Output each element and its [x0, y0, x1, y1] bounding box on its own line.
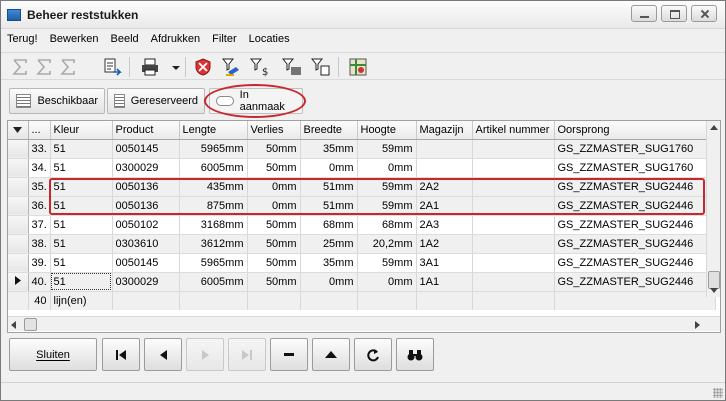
horizontal-scroll-thumb[interactable]	[24, 318, 37, 331]
printer-icon[interactable]	[139, 56, 161, 78]
grid-header-row: ... Kleur Product Lengte Verlies Breedte…	[8, 121, 716, 140]
menu-bewerken[interactable]: Bewerken	[50, 33, 99, 45]
menu-filter[interactable]: Filter	[212, 33, 236, 45]
data-grid[interactable]: ... Kleur Product Lengte Verlies Breedte…	[7, 120, 721, 333]
tab-gereserveerd[interactable]: Gereserveerd	[107, 88, 205, 114]
close-button-label: Sluiten	[36, 348, 70, 361]
last-record-button[interactable]	[228, 338, 266, 371]
up-icon	[325, 351, 337, 358]
grid-footer-row: 40 lijn(en)	[8, 290, 716, 310]
status-tabs: Beschikbaar Gereserveerd In aanmaak	[1, 85, 725, 117]
list-icon	[16, 94, 32, 108]
refresh-icon	[367, 348, 379, 361]
table-row[interactable]: 34. 51 0300029 6005mm 50mm 0mm 0mm GS_ZZ…	[8, 158, 716, 178]
highlight-box	[49, 178, 705, 215]
window-title: Beheer reststukken	[27, 8, 139, 22]
next-icon	[201, 349, 209, 360]
scroll-right-icon[interactable]	[695, 321, 700, 329]
dropdown-arrow-icon[interactable]	[165, 56, 180, 78]
main-window: Beheer reststukken Terug! Bewerken Beeld…	[0, 0, 726, 401]
col-header-oorsprong[interactable]: Oorsprong	[554, 121, 716, 140]
previous-record-button[interactable]	[144, 338, 182, 371]
table-row[interactable]: 38. 51 0303610 3612mm 50mm 25mm 20,2mm 1…	[8, 234, 716, 254]
col-header-index[interactable]: ...	[28, 121, 51, 140]
binoculars-icon	[407, 349, 423, 360]
shield-cross-icon[interactable]	[192, 56, 214, 78]
table-row[interactable]: 39. 51 0050145 5965mm 50mm 35mm 59mm 3A1…	[8, 253, 716, 273]
document-export-icon[interactable]	[101, 56, 123, 78]
app-icon	[7, 9, 21, 21]
current-row-indicator-icon	[8, 272, 29, 292]
col-header-breedte[interactable]: Breedte	[300, 121, 358, 140]
minimize-button[interactable]	[631, 5, 657, 22]
close-button[interactable]: Sluiten	[9, 338, 97, 371]
col-header-lengte[interactable]: Lengte	[179, 121, 248, 140]
menu-afdrukken[interactable]: Afdrukken	[151, 33, 201, 45]
status-bar	[1, 382, 725, 400]
toolbar: $	[1, 52, 725, 80]
table-row-current[interactable]: 40. 51 0300029 6005mm 50mm 0mm 0mm 1A1 G…	[8, 272, 716, 292]
reserved-list-icon	[114, 94, 125, 108]
menu-locaties[interactable]: Locaties	[249, 33, 290, 45]
refresh-button[interactable]	[354, 338, 392, 371]
previous-icon	[159, 349, 167, 360]
menu-terug[interactable]: Terug!	[7, 33, 38, 45]
sum-icon[interactable]	[9, 56, 31, 78]
col-header-hoogte[interactable]: Hoogte	[357, 121, 417, 140]
row-count-label: lijn(en)	[50, 290, 113, 310]
menu-beeld[interactable]: Beeld	[111, 33, 139, 45]
vertical-scroll-thumb[interactable]	[708, 271, 720, 289]
filter-paint-icon[interactable]	[220, 56, 242, 78]
filter-dollar-icon[interactable]: $	[249, 56, 271, 78]
sum-icon[interactable]	[33, 56, 55, 78]
navigation-bar: Sluiten	[1, 336, 725, 376]
horizontal-scrollbar[interactable]	[8, 316, 720, 331]
col-header-artikel-nummer[interactable]: Artikel nummer	[472, 121, 555, 140]
svg-text:$: $	[262, 67, 268, 78]
vertical-scrollbar[interactable]	[706, 121, 720, 297]
move-up-button[interactable]	[312, 338, 350, 371]
col-header-magazijn[interactable]: Magazijn	[416, 121, 473, 140]
table-row[interactable]: 33. 51 0050145 5965mm 50mm 35mm 59mm GS_…	[8, 139, 716, 159]
col-header-product[interactable]: Product	[112, 121, 180, 140]
first-record-button[interactable]	[102, 338, 140, 371]
resize-grip-icon[interactable]	[713, 388, 723, 398]
row-count: 40	[28, 290, 51, 310]
minus-icon	[284, 353, 294, 356]
map-icon[interactable]	[347, 56, 369, 78]
tab-beschikbaar[interactable]: Beschikbaar	[9, 88, 105, 114]
sum-icon[interactable]	[57, 56, 79, 78]
filter-document-icon[interactable]	[310, 56, 332, 78]
scroll-up-icon[interactable]	[710, 125, 718, 130]
filter-barcode-icon[interactable]	[281, 56, 303, 78]
delete-record-button[interactable]	[270, 338, 308, 371]
active-cell[interactable]: 51	[50, 272, 113, 292]
first-record-icon	[116, 349, 126, 360]
tab-gereserveerd-label: Gereserveerd	[130, 95, 198, 107]
menu-bar: Terug! Bewerken Beeld Afdrukken Filter L…	[1, 30, 725, 48]
title-bar: Beheer reststukken	[1, 1, 725, 29]
scroll-left-icon[interactable]	[11, 321, 16, 329]
last-record-icon	[242, 349, 252, 360]
scroll-down-icon[interactable]	[710, 288, 718, 293]
col-header-verlies[interactable]: Verlies	[247, 121, 301, 140]
table-row[interactable]: 37. 51 0050102 3168mm 50mm 68mm 68mm 2A3…	[8, 215, 716, 235]
maximize-button[interactable]	[661, 5, 687, 22]
col-header-kleur[interactable]: Kleur	[50, 121, 113, 140]
close-window-button[interactable]	[691, 5, 717, 22]
search-button[interactable]	[396, 338, 434, 371]
highlight-oval	[204, 84, 306, 118]
column-chooser-icon[interactable]	[8, 121, 29, 140]
tab-beschikbaar-label: Beschikbaar	[37, 95, 98, 107]
next-record-button[interactable]	[186, 338, 224, 371]
